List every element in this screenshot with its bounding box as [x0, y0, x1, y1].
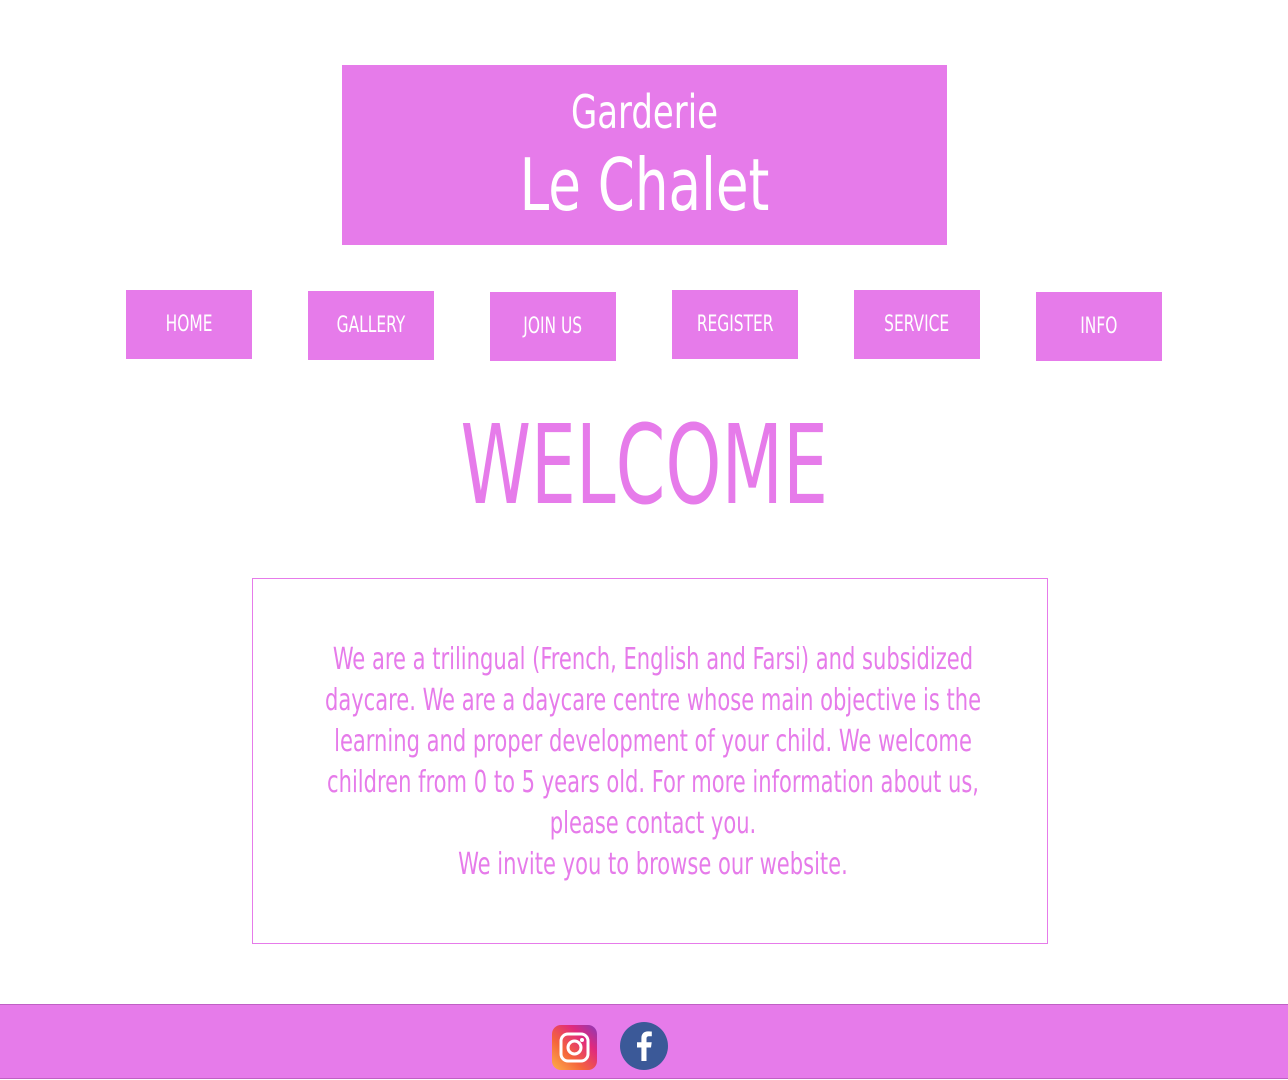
welcome-heading: WELCOME [0, 405, 1288, 525]
nav-info-button[interactable]: INFO [1036, 292, 1162, 361]
welcome-heading-text: WELCOME [460, 401, 828, 529]
nav-join-us-label: JOIN US [523, 314, 583, 339]
instagram-icon[interactable] [552, 1025, 597, 1070]
site-subtitle: Garderie [570, 85, 719, 139]
site-header: Garderie Le Chalet [342, 65, 947, 245]
nav-home-label: HOME [165, 312, 213, 337]
intro-box: We are a trilingual (French, English and… [252, 578, 1048, 944]
nav-join-us-button[interactable]: JOIN US [490, 292, 616, 361]
page: Garderie Le Chalet HOME GALLERY JOIN US … [0, 0, 1288, 1080]
nav-home-button[interactable]: HOME [126, 290, 252, 359]
facebook-icon[interactable] [620, 1022, 668, 1070]
site-title: Le Chalet [519, 143, 770, 227]
nav-gallery-label: GALLERY [336, 313, 406, 338]
nav-info-label: INFO [1080, 314, 1118, 339]
nav-gallery-button[interactable]: GALLERY [308, 291, 434, 360]
intro-text-block: We are a trilingual (French, English and… [273, 639, 1027, 885]
invite-line: We invite you to browse our website. [458, 847, 848, 882]
nav-service-label: SERVICE [884, 312, 950, 337]
nav-service-button[interactable]: SERVICE [854, 290, 980, 359]
nav-register-label: REGISTER [696, 312, 774, 337]
footer [0, 1004, 1288, 1079]
nav-register-button[interactable]: REGISTER [672, 290, 798, 359]
intro-paragraph: We are a trilingual (French, English and… [324, 642, 982, 841]
intro-text-inner: We are a trilingual (French, English and… [310, 639, 996, 885]
